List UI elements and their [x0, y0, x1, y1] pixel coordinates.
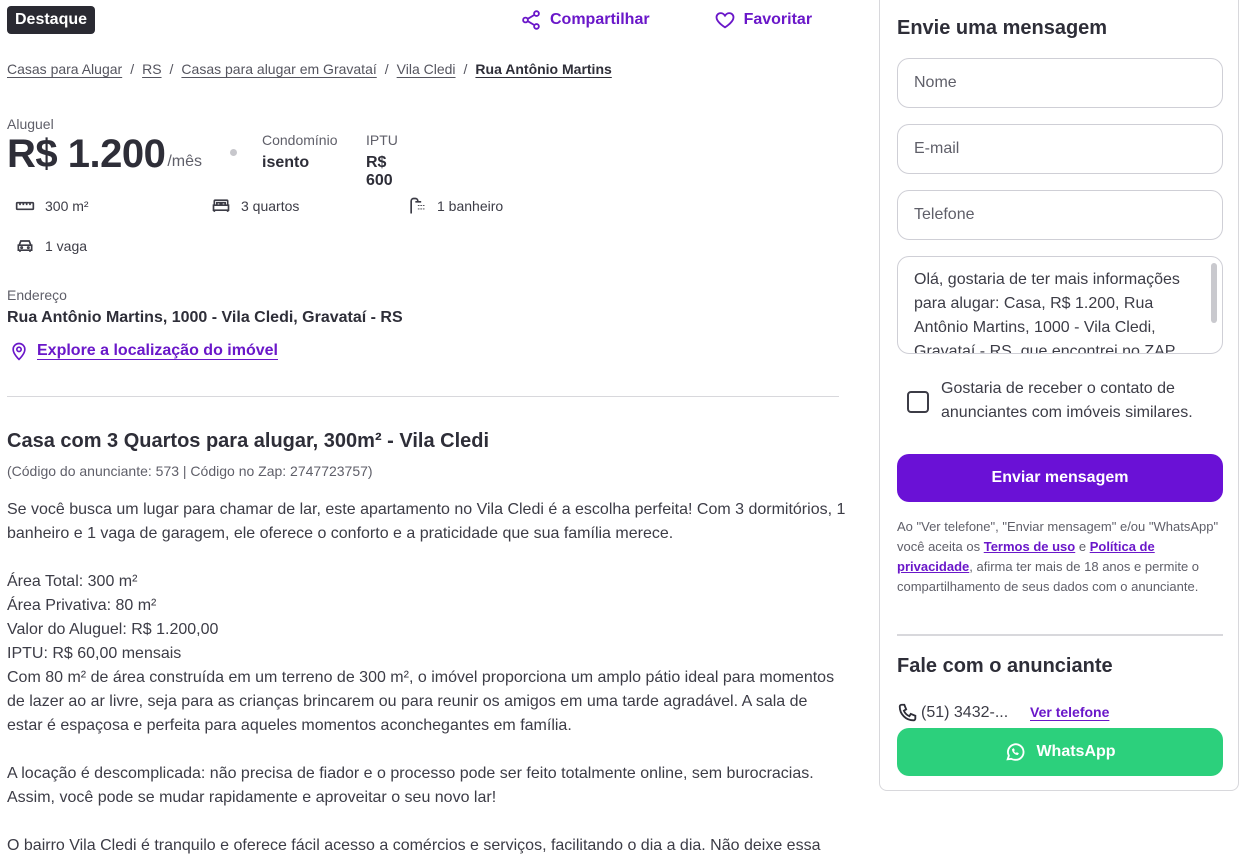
share-icon	[522, 10, 540, 30]
message-text: Olá, gostaria de ter mais informações pa…	[914, 271, 1180, 354]
explore-location-link[interactable]: Explore a localização do imóvel	[9, 340, 278, 362]
share-label: Compartilhar	[550, 11, 650, 28]
listing-title: Casa com 3 Quartos para alugar, 300m² - …	[7, 430, 490, 452]
iptu-label: IPTU	[366, 132, 398, 148]
address-value: Rua Antônio Martins, 1000 - Vila Cledi, …	[7, 309, 403, 326]
top-actions: Compartilhar Favoritar	[520, 9, 812, 31]
legal-notice: Ao "Ver telefone", "Enviar mensagem" e/o…	[897, 517, 1219, 597]
message-textarea[interactable]: Olá, gostaria de ter mais informações pa…	[897, 256, 1223, 354]
whatsapp-label: WhatsApp	[1036, 743, 1116, 760]
share-button[interactable]: Compartilhar	[520, 9, 650, 31]
breadcrumb-separator: /	[463, 61, 468, 77]
breadcrumb: Casas para Alugar / RS / Casas para alug…	[7, 61, 612, 77]
similar-offers-checkbox[interactable]	[907, 391, 929, 413]
description-paragraph: O bairro Vila Cledi é tranquilo e oferec…	[7, 837, 821, 854]
similar-offers-label: Gostaria de receber o contato de anuncia…	[941, 380, 1193, 421]
breadcrumb-separator: /	[169, 61, 174, 77]
condo-label: Condomínio	[262, 132, 338, 148]
contact-form-card: Envie uma mensagem Nome E-mail Telefone …	[879, 0, 1239, 791]
bed-icon	[212, 199, 230, 212]
terms-of-use-link[interactable]: Termos de uso	[984, 539, 1076, 554]
explore-location-label: Explore a localização do imóvel	[37, 342, 278, 359]
address-label: Endereço	[7, 287, 67, 303]
address-block: Endereço Rua Antônio Martins, 1000 - Vil…	[7, 287, 403, 327]
feature-parking: 1 vaga	[15, 236, 87, 256]
section-divider	[7, 396, 839, 397]
feature-bathrooms: 1 banheiro	[407, 196, 503, 216]
form-title: Envie uma mensagem	[897, 17, 1108, 39]
listing-codes: (Código do anunciante: 573 | Código no Z…	[7, 463, 373, 479]
favorite-button[interactable]: Favoritar	[714, 9, 812, 31]
condo-fee: Condomínio isento	[262, 132, 338, 172]
rent-label: Aluguel	[7, 116, 54, 132]
send-message-button[interactable]: Enviar mensagem	[897, 454, 1223, 502]
phone-icon	[898, 703, 917, 722]
feature-area-label: 300 m²	[45, 198, 89, 214]
description-paragraph: Área Total: 300 m² Área Privativa: 80 m²…	[7, 573, 835, 734]
breadcrumb-item-rs[interactable]: RS	[142, 61, 161, 77]
textarea-scrollbar[interactable]	[1211, 263, 1217, 323]
breadcrumb-item-casas-para-alugar[interactable]: Casas para Alugar	[7, 61, 122, 77]
email-input[interactable]: E-mail	[897, 124, 1223, 174]
feature-rooms-label: 3 quartos	[241, 198, 300, 214]
breadcrumb-separator: /	[130, 61, 135, 77]
card-divider	[897, 634, 1223, 636]
breadcrumb-current[interactable]: Rua Antônio Martins	[475, 61, 611, 77]
description-paragraph: Se você busca um lugar para chamar de la…	[7, 501, 846, 542]
price-block: Aluguel R$ 1.200 /mês Condomínio isento …	[7, 116, 398, 189]
feature-rooms: 3 quartos	[211, 196, 299, 216]
phone-row: (51) 3432-...	[897, 702, 1008, 724]
feature-bathrooms-label: 1 banheiro	[437, 198, 504, 214]
heart-icon	[715, 12, 734, 29]
breadcrumb-item-gravatai[interactable]: Casas para alugar em Gravataí	[181, 61, 376, 77]
favorite-label: Favoritar	[743, 11, 813, 28]
phone-number: (51) 3432-...	[921, 704, 1009, 721]
condo-value: isento	[262, 154, 310, 171]
listing-description: Se você busca um lugar para chamar de la…	[7, 498, 847, 858]
iptu-fee: IPTU R$ 600	[366, 132, 398, 190]
car-icon	[17, 240, 33, 252]
featured-badge: Destaque	[7, 6, 96, 34]
rent-price: R$ 1.200	[7, 132, 166, 176]
whatsapp-button[interactable]: WhatsApp	[897, 728, 1223, 776]
iptu-value: R$ 600	[366, 154, 393, 189]
separator-dot	[230, 149, 237, 156]
similar-offers-option: Gostaria de receber o contato de anuncia…	[907, 377, 1211, 425]
breadcrumb-item-vila-cledi[interactable]: Vila Cledi	[397, 61, 456, 77]
rent-period: /mês	[167, 153, 203, 170]
ruler-icon	[15, 201, 35, 211]
feature-area: 300 m²	[15, 196, 89, 216]
name-input[interactable]: Nome	[897, 58, 1223, 108]
shower-icon	[410, 197, 425, 214]
legal-and: e	[1075, 539, 1090, 554]
show-phone-link[interactable]: Ver telefone	[1030, 704, 1109, 720]
contact-title: Fale com o anunciante	[897, 655, 1113, 677]
phone-input[interactable]: Telefone	[897, 190, 1223, 240]
breadcrumb-separator: /	[384, 61, 389, 77]
feature-parking-label: 1 vaga	[45, 238, 88, 254]
location-pin-icon	[12, 342, 26, 361]
description-paragraph: A locação é descomplicada: não precisa d…	[7, 765, 814, 806]
whatsapp-icon	[1006, 743, 1025, 761]
